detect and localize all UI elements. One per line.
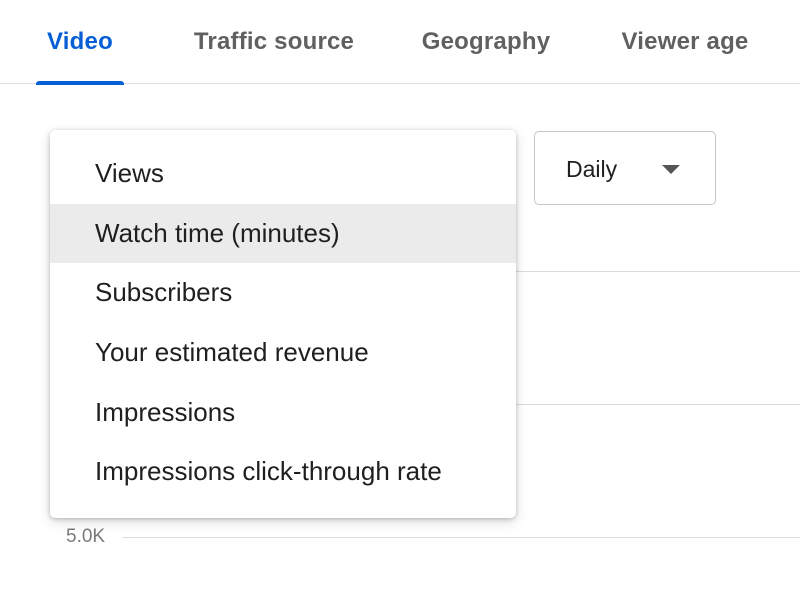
y-axis-tick-label: 5.0K	[66, 526, 106, 547]
tab-label: Video	[47, 28, 113, 55]
tab-video[interactable]: Video	[36, 0, 124, 85]
active-tab-indicator	[36, 81, 124, 85]
caret-down-icon	[662, 165, 680, 174]
menu-item-subscribers[interactable]: Subscribers	[50, 263, 516, 323]
period-dropdown-value: Daily	[566, 155, 618, 182]
period-dropdown[interactable]: Daily	[534, 131, 716, 205]
menu-item-label: Impressions click-through rate	[95, 456, 442, 487]
chart-gridline	[122, 537, 800, 538]
tab-label: Viewer age	[621, 28, 749, 55]
menu-item-label: Views	[95, 158, 164, 189]
menu-item-impressions[interactable]: Impressions	[50, 382, 516, 442]
menu-item-label: Your estimated revenue	[95, 337, 369, 368]
tab-label: Geography	[421, 28, 551, 55]
menu-item-watch-time[interactable]: Watch time (minutes)	[50, 203, 516, 264]
menu-item-label: Subscribers	[95, 277, 233, 308]
menu-item-views[interactable]: Views	[50, 144, 516, 204]
analytics-tabs: Video Traffic source Geography Viewer ag…	[0, 0, 800, 85]
tab-label: Traffic source	[193, 28, 355, 55]
tab-geography[interactable]: Geography	[412, 0, 560, 84]
tab-viewer-age[interactable]: Viewer age	[610, 0, 760, 84]
analytics-panel: Video Traffic source Geography Viewer ag…	[0, 0, 800, 615]
menu-item-label: Impressions	[95, 396, 236, 427]
menu-item-impressions-ctr[interactable]: Impressions click-through rate	[50, 442, 516, 502]
tab-traffic-source[interactable]: Traffic source	[186, 0, 362, 84]
metric-dropdown-menu: Views Watch time (minutes) Subscribers Y…	[50, 130, 516, 518]
menu-item-label: Watch time (minutes)	[95, 217, 340, 248]
menu-item-estimated-revenue[interactable]: Your estimated revenue	[50, 323, 516, 383]
